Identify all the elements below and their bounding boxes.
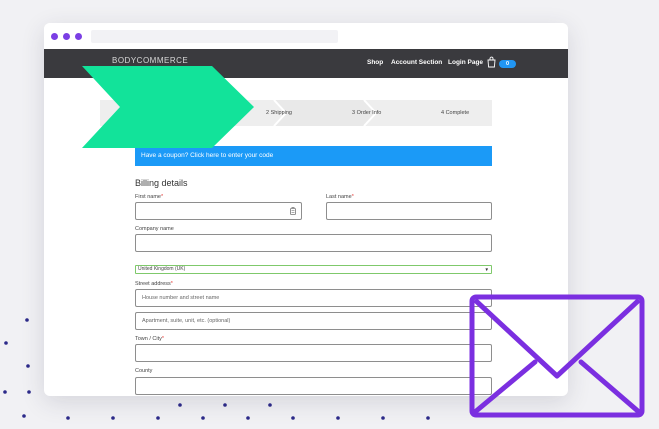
nav-login-page[interactable]: Login Page bbox=[448, 59, 483, 66]
last-name-input[interactable] bbox=[326, 202, 492, 220]
window-dot bbox=[75, 33, 82, 40]
chevron-down-icon: ▼ bbox=[484, 267, 489, 272]
first-name-label: First name* bbox=[135, 194, 164, 200]
county-input[interactable] bbox=[135, 377, 492, 395]
window-dot bbox=[63, 33, 70, 40]
chevron-arrow-icon bbox=[82, 66, 254, 148]
step-shipping[interactable]: 2 Shipping bbox=[266, 110, 292, 116]
brand-logo[interactable]: BODYCOMMERCE bbox=[112, 56, 188, 65]
envelope-icon bbox=[469, 294, 645, 418]
street-address-input[interactable]: House number and street name bbox=[135, 289, 492, 307]
apartment-input[interactable]: Apartment, suite, unit, etc. (optional) bbox=[135, 312, 492, 330]
field-autofill-icon[interactable] bbox=[290, 207, 296, 215]
window-dot bbox=[51, 33, 58, 40]
step-order-info[interactable]: 3 Order Info bbox=[352, 110, 381, 116]
step-complete[interactable]: 4 Complete bbox=[441, 110, 469, 116]
nav-shop[interactable]: Shop bbox=[367, 59, 383, 66]
cart-count-badge[interactable]: 0 bbox=[499, 60, 516, 68]
coupon-banner-link[interactable]: Have a coupon? Click here to enter your … bbox=[135, 146, 492, 166]
county-label: County bbox=[135, 368, 153, 374]
company-name-input[interactable] bbox=[135, 234, 492, 252]
town-city-label: Town / City* bbox=[135, 336, 165, 342]
shopping-bag-icon[interactable] bbox=[487, 56, 496, 68]
country-select[interactable]: United Kingdom (UK) ▼ bbox=[135, 265, 492, 274]
street-address-placeholder: House number and street name bbox=[142, 295, 220, 301]
nav-account-section[interactable]: Account Section bbox=[391, 59, 442, 66]
street-address-label: Street address* bbox=[135, 281, 173, 287]
last-name-label: Last name* bbox=[326, 194, 354, 200]
company-name-label: Company name bbox=[135, 226, 174, 232]
address-bar[interactable] bbox=[91, 30, 338, 43]
town-city-input[interactable] bbox=[135, 344, 492, 362]
browser-chrome bbox=[44, 23, 568, 49]
first-name-input[interactable] bbox=[135, 202, 302, 220]
billing-details-title: Billing details bbox=[135, 178, 188, 188]
apartment-placeholder: Apartment, suite, unit, etc. (optional) bbox=[142, 318, 231, 324]
country-select-value: United Kingdom (UK) bbox=[138, 266, 186, 272]
